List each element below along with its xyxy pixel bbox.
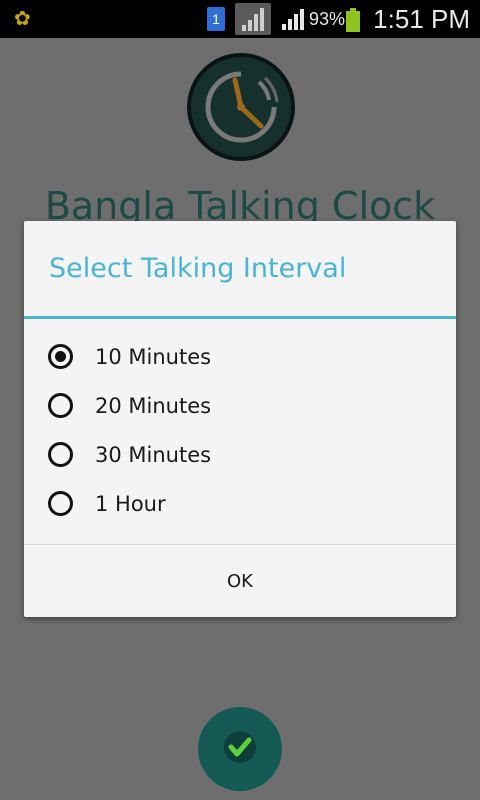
ok-button[interactable]: OK	[24, 545, 456, 617]
dialog-title: Select Talking Interval	[49, 253, 347, 284]
settings-gear-icon: ✿	[14, 6, 31, 30]
option-30-minutes[interactable]: 30 Minutes	[24, 432, 456, 481]
status-time: 1:51 PM	[373, 4, 470, 34]
battery-percent: 93%	[309, 9, 346, 29]
option-label: 30 Minutes	[95, 443, 212, 467]
radio-button[interactable]	[48, 393, 73, 418]
status-bar: ✿ 1 93% 1:51 PM	[0, 0, 480, 38]
dialog-title-divider	[24, 316, 456, 319]
radio-button-checked[interactable]	[48, 344, 73, 369]
radio-button[interactable]	[48, 442, 73, 467]
option-20-minutes[interactable]: 20 Minutes	[24, 383, 456, 432]
option-label: 10 Minutes	[95, 345, 212, 369]
screen: ✿ 1 93% 1:51 PM Bangla Talking Clock Sel…	[0, 0, 480, 800]
option-label: 1 Hour	[95, 492, 166, 516]
option-10-minutes[interactable]: 10 Minutes	[24, 334, 456, 383]
battery-icon	[346, 8, 360, 32]
option-1-hour[interactable]: 1 Hour	[24, 481, 456, 530]
confirm-fab-button[interactable]	[198, 707, 282, 791]
radio-button[interactable]	[48, 491, 73, 516]
clock-logo-icon	[185, 52, 297, 162]
signal-strength-icon	[235, 3, 271, 35]
signal-strength-icon	[281, 9, 305, 31]
checkmark-icon	[223, 730, 257, 768]
option-label: 20 Minutes	[95, 394, 212, 418]
interval-dialog: Select Talking Interval 10 Minutes 20 Mi…	[24, 221, 456, 617]
sim-card-icon: 1	[207, 7, 225, 31]
